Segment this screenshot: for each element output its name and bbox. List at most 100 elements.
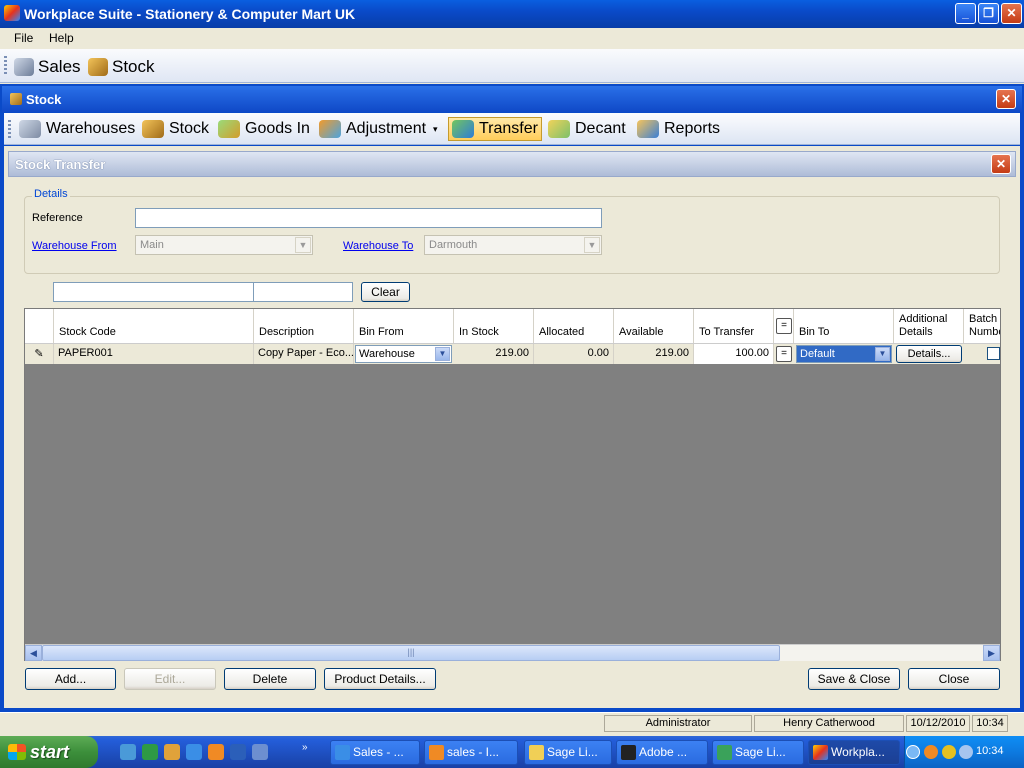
row-selector-header [25,309,54,343]
adjustment-dropdown-arrow-icon[interactable]: ▾ [433,124,438,135]
toolbar-grip [4,56,7,76]
cell-available[interactable]: 219.00 [614,344,694,364]
word-icon[interactable] [230,744,246,760]
stock-window-header: Stock ✕ [2,86,1022,112]
task-adobe[interactable]: Adobe ... [616,740,708,765]
quicklaunch-more-icon[interactable]: » [302,742,308,753]
clear-button[interactable]: Clear [361,282,410,302]
col-batch-numbers[interactable]: Batch Numbe [964,309,1000,343]
status-time: 10:34 [972,715,1008,732]
folder-icon [529,745,544,760]
security-shield-icon[interactable] [942,745,956,759]
bin-to-select[interactable]: Default ▼ [796,345,892,363]
scroll-right-icon[interactable]: ▶ [983,645,1000,661]
chevron-down-icon[interactable]: ▼ [435,347,450,361]
cell-to-transfer[interactable]: 100.00 [694,344,774,364]
col-available[interactable]: Available [614,309,694,343]
goods-in-icon [218,120,240,138]
details-button[interactable]: Details... [896,345,962,363]
col-to-transfer[interactable]: To Transfer [694,309,774,343]
goods-in-button[interactable]: Goods In [215,117,313,141]
task-label: Sage Li... [735,745,786,759]
cell-allocated[interactable]: 0.00 [534,344,614,364]
save-close-button[interactable]: Save & Close [808,668,900,690]
ie-icon[interactable] [186,744,202,760]
add-button[interactable]: Add... [25,668,116,690]
filter-input-1[interactable] [53,282,254,302]
warehouse-to-link[interactable]: Warehouse To [343,240,413,252]
col-in-stock[interactable]: In Stock [454,309,534,343]
sage-icon [717,745,732,760]
product-details-button[interactable]: Product Details... [324,668,436,690]
restore-button[interactable]: ❐ [978,3,999,24]
workplace-icon [813,745,828,760]
menu-file[interactable]: File [14,31,33,45]
warehouses-button[interactable]: Warehouses [16,117,138,141]
title-bar: Workplace Suite - Stationery & Computer … [0,0,1024,28]
network-icon[interactable] [959,745,973,759]
reports-button[interactable]: Reports [634,117,723,141]
scroll-left-icon[interactable]: ◀ [25,645,42,661]
adjustment-label: Adjustment [346,120,427,137]
col-bin-from[interactable]: Bin From [354,309,454,343]
stock-button[interactable]: Stock [139,117,212,141]
close-transfer-button[interactable]: Close [908,668,1000,690]
tray-app-icon[interactable] [924,745,938,759]
col-description[interactable]: Description [254,309,354,343]
warehouse-from-link[interactable]: Warehouse From [32,240,117,252]
excel-icon[interactable] [142,744,158,760]
reports-icon [637,120,659,138]
stock-transfer-header: Stock Transfer ✕ [8,151,1016,177]
stock-module-button[interactable]: Stock [88,55,155,79]
minimize-button[interactable]: _ [955,3,976,24]
col-equals[interactable]: = [774,309,794,343]
transfer-button[interactable]: Transfer [448,117,542,141]
equals-row-button[interactable]: = [776,346,792,362]
task-workplace[interactable]: Workpla... [808,740,900,765]
delete-button[interactable]: Delete [224,668,316,690]
menu-bar: File Help [0,28,1024,48]
quicklaunch-icon-1[interactable] [120,744,136,760]
chevron-down-icon[interactable]: ▼ [295,237,311,253]
warehouse-from-select[interactable]: Main ▼ [135,235,313,255]
task-sage-2[interactable]: Sage Li... [712,740,804,765]
col-allocated[interactable]: Allocated [534,309,614,343]
reference-input[interactable] [135,208,602,228]
app-task-icon [429,745,444,760]
col-additional-details[interactable]: Additional Details [894,309,964,343]
task-sales-i[interactable]: sales - I... [424,740,518,765]
tray-expand-icon[interactable] [906,745,920,759]
equals-all-button[interactable]: = [776,318,792,334]
decant-button[interactable]: Decant [545,117,629,141]
status-user: Administrator [604,715,752,732]
task-label: sales - I... [447,745,500,759]
chevron-down-icon[interactable]: ▼ [584,237,600,253]
close-button[interactable]: ✕ [1001,3,1022,24]
filter-input-2[interactable] [253,282,353,302]
stock-transfer-close-button[interactable]: ✕ [991,154,1011,174]
decant-label: Decant [575,120,626,137]
edit-button: Edit... [124,668,216,690]
col-bin-to[interactable]: Bin To [794,309,894,343]
chevron-down-icon[interactable]: ▼ [875,347,890,361]
col-stock-code[interactable]: Stock Code [54,309,254,343]
cell-stock-code[interactable]: PAPER001 [54,344,254,364]
cell-description[interactable]: Copy Paper - Eco... [254,344,354,364]
reference-label: Reference [32,212,83,224]
task-label: Sage Li... [547,745,598,759]
warehouse-to-select[interactable]: Darmouth ▼ [424,235,602,255]
quicklaunch-icon-7[interactable] [252,744,268,760]
quicklaunch-icon-5[interactable] [208,744,224,760]
reports-label: Reports [664,120,721,137]
cell-in-stock[interactable]: 219.00 [454,344,534,364]
bin-from-select[interactable]: Warehouse ▼ [355,345,452,363]
menu-help[interactable]: Help [49,31,74,45]
task-sales[interactable]: Sales - ... [330,740,420,765]
sales-module-button[interactable]: Sales [14,55,81,79]
quicklaunch-icon-3[interactable] [164,744,180,760]
batch-numbers-checkbox[interactable] [987,347,1000,360]
task-sage-1[interactable]: Sage Li... [524,740,612,765]
adjustment-button[interactable]: Adjustment ▾ [316,117,441,141]
stock-window-close-button[interactable]: ✕ [996,89,1016,109]
scrollbar-thumb[interactable]: ||| [42,645,780,661]
